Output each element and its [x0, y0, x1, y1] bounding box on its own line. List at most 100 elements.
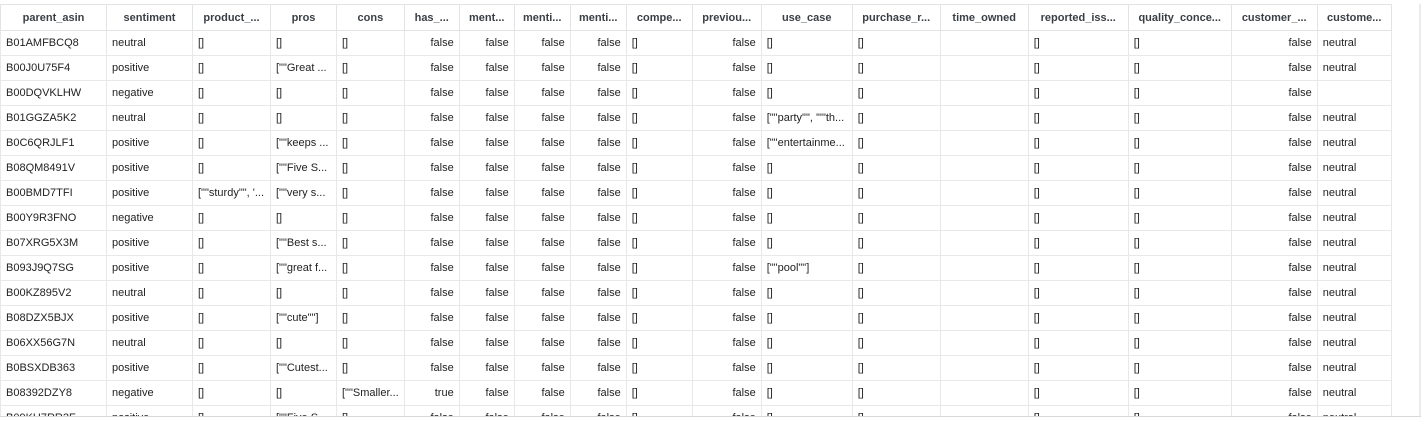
table-cell[interactable]: []: [760, 305, 853, 331]
column-header[interactable]: customer_...: [1230, 4, 1318, 31]
table-cell[interactable]: []: [760, 155, 853, 181]
table-cell[interactable]: []: [760, 355, 853, 381]
table-cell[interactable]: []: [760, 180, 853, 206]
table-cell[interactable]: false: [1230, 255, 1318, 281]
table-cell[interactable]: false: [458, 280, 515, 306]
table-cell[interactable]: false: [513, 380, 571, 406]
table-cell[interactable]: false: [403, 355, 460, 381]
table-cell[interactable]: B08QM8491V: [0, 155, 107, 181]
table-cell[interactable]: neutral: [1316, 30, 1392, 56]
table-cell[interactable]: []: [336, 230, 405, 256]
table-cell[interactable]: []: [270, 30, 337, 56]
table-cell[interactable]: []: [192, 30, 271, 56]
column-header[interactable]: has_...: [403, 4, 460, 31]
table-cell[interactable]: []: [336, 305, 405, 331]
table-cell[interactable]: false: [458, 305, 515, 331]
table-cell[interactable]: []: [760, 80, 853, 106]
table-cell[interactable]: positive: [106, 130, 193, 156]
table-cell[interactable]: true: [403, 380, 460, 406]
table-cell[interactable]: [939, 380, 1029, 406]
table-cell[interactable]: neutral: [106, 280, 193, 306]
table-cell[interactable]: []: [1027, 380, 1129, 406]
table-cell[interactable]: []: [1027, 330, 1129, 356]
table-cell[interactable]: [""very s...: [270, 180, 337, 206]
table-cell[interactable]: negative: [106, 380, 193, 406]
table-cell[interactable]: [""sturdy"", '...: [192, 180, 271, 206]
table-cell[interactable]: []: [851, 30, 941, 56]
table-cell[interactable]: false: [569, 330, 627, 356]
table-cell[interactable]: false: [513, 255, 571, 281]
table-cell[interactable]: []: [1027, 80, 1129, 106]
table-cell[interactable]: neutral: [1316, 180, 1392, 206]
table-cell[interactable]: false: [1230, 30, 1318, 56]
table-cell[interactable]: []: [1027, 205, 1129, 231]
column-header[interactable]: previou...: [691, 4, 762, 31]
column-header[interactable]: cons: [336, 4, 405, 31]
column-header[interactable]: reported_iss...: [1027, 4, 1129, 31]
table-cell[interactable]: []: [760, 230, 853, 256]
table-cell[interactable]: false: [403, 180, 460, 206]
table-cell[interactable]: B00BMD7TFI: [0, 180, 107, 206]
column-header[interactable]: quality_conce...: [1127, 4, 1232, 31]
table-cell[interactable]: false: [691, 55, 762, 81]
table-cell[interactable]: []: [1027, 280, 1129, 306]
table-row[interactable]: B093J9Q7SG positive[] [""great f...[] false…: [0, 255, 1392, 281]
table-cell[interactable]: []: [1127, 330, 1232, 356]
table-cell[interactable]: false: [1230, 305, 1318, 331]
table-cell[interactable]: false: [569, 355, 627, 381]
table-cell[interactable]: neutral: [106, 30, 193, 56]
table-cell[interactable]: []: [192, 380, 271, 406]
table-cell[interactable]: []: [625, 80, 693, 106]
table-cell[interactable]: false: [1230, 355, 1318, 381]
table-cell[interactable]: []: [1027, 105, 1129, 131]
table-cell[interactable]: false: [458, 180, 515, 206]
table-cell[interactable]: []: [336, 280, 405, 306]
table-cell[interactable]: []: [270, 330, 337, 356]
table-cell[interactable]: false: [403, 155, 460, 181]
table-cell[interactable]: neutral: [106, 330, 193, 356]
table-cell[interactable]: []: [1027, 55, 1129, 81]
table-cell[interactable]: false: [569, 205, 627, 231]
table-cell[interactable]: []: [1127, 230, 1232, 256]
table-cell[interactable]: false: [458, 205, 515, 231]
table-cell[interactable]: false: [513, 55, 571, 81]
table-cell[interactable]: false: [1230, 280, 1318, 306]
table-cell[interactable]: false: [513, 80, 571, 106]
table-cell[interactable]: B08DZX5BJX: [0, 305, 107, 331]
table-cell[interactable]: [939, 180, 1029, 206]
table-cell[interactable]: []: [270, 105, 337, 131]
table-cell[interactable]: []: [336, 330, 405, 356]
table-cell[interactable]: []: [192, 155, 271, 181]
table-cell[interactable]: false: [403, 305, 460, 331]
table-cell[interactable]: false: [458, 355, 515, 381]
column-header[interactable]: parent_asin: [0, 4, 107, 31]
table-cell[interactable]: []: [270, 205, 337, 231]
column-header[interactable]: menti...: [513, 4, 571, 31]
table-cell[interactable]: []: [1127, 205, 1232, 231]
table-cell[interactable]: []: [851, 55, 941, 81]
table-cell[interactable]: positive: [106, 55, 193, 81]
table-cell[interactable]: neutral: [1316, 330, 1392, 356]
table-cell[interactable]: []: [192, 205, 271, 231]
table-cell[interactable]: []: [1127, 130, 1232, 156]
table-cell[interactable]: neutral: [1316, 305, 1392, 331]
table-cell[interactable]: []: [192, 80, 271, 106]
table-cell[interactable]: []: [625, 255, 693, 281]
table-row[interactable]: B0C6QRJLF1 positive[] [""keeps ...[] false f…: [0, 130, 1392, 156]
table-cell[interactable]: neutral: [1316, 280, 1392, 306]
table-cell[interactable]: []: [192, 55, 271, 81]
table-cell[interactable]: []: [625, 155, 693, 181]
table-cell[interactable]: false: [569, 80, 627, 106]
table-cell[interactable]: B01GGZA5K2: [0, 105, 107, 131]
table-cell[interactable]: []: [192, 130, 271, 156]
table-cell[interactable]: false: [513, 30, 571, 56]
table-row[interactable]: B00DQVKLHW negative[][][] false false false f…: [0, 80, 1392, 106]
table-cell[interactable]: neutral: [1316, 105, 1392, 131]
table-cell[interactable]: [""Best s...: [270, 230, 337, 256]
table-row[interactable]: B00J0U75F4 positive[] [""Great ...[] false f…: [0, 55, 1392, 81]
table-cell[interactable]: []: [192, 355, 271, 381]
table-cell[interactable]: []: [625, 355, 693, 381]
table-cell[interactable]: false: [691, 355, 762, 381]
table-cell[interactable]: false: [458, 380, 515, 406]
table-cell[interactable]: []: [625, 30, 693, 56]
